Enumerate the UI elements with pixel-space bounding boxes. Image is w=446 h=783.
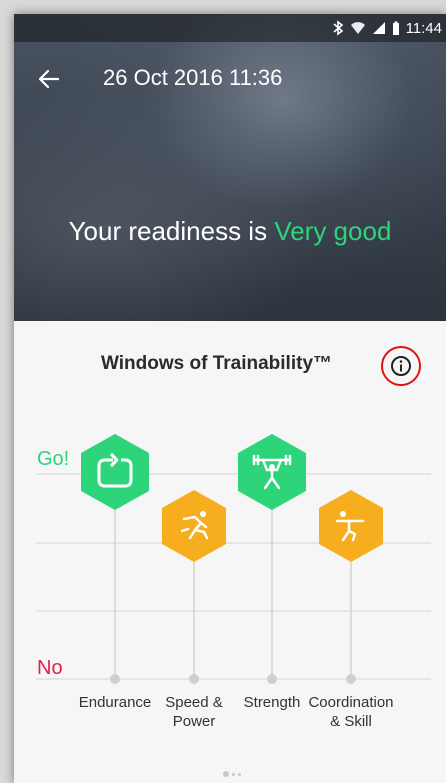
scale-label-go: Go! xyxy=(37,448,70,470)
signal-icon xyxy=(372,21,386,35)
readiness-value: Very good xyxy=(274,216,392,246)
base-dot-speed-power xyxy=(189,674,199,684)
readiness-prefix: Your readiness is xyxy=(68,216,275,246)
page-dot-active xyxy=(223,771,229,777)
trainability-section: Windows of Trainability™ Go! No Enduranc… xyxy=(14,321,446,783)
page-dot xyxy=(238,772,241,776)
arrow-left-icon xyxy=(38,69,60,89)
base-dot-coordination xyxy=(346,674,356,684)
page-title: 26 Oct 2016 11:36 xyxy=(103,65,283,90)
status-bar: 11:44 xyxy=(14,14,446,42)
scale-label-no: No xyxy=(37,657,63,679)
battery-icon xyxy=(392,21,400,36)
base-dot-strength xyxy=(267,674,277,684)
status-icons: 11:44 xyxy=(332,18,442,38)
hexagon-coordination xyxy=(319,490,383,562)
base-dot-endurance xyxy=(110,674,120,684)
status-time: 11:44 xyxy=(405,19,442,37)
page-dot xyxy=(232,772,235,776)
back-button[interactable] xyxy=(34,64,64,94)
hexagon-speed-power xyxy=(162,490,226,562)
wifi-icon xyxy=(350,20,366,36)
hexagon-endurance xyxy=(81,434,149,510)
phone-screen: 11:44 26 Oct 2016 11:36 Your readiness i… xyxy=(14,14,446,783)
readiness-text: Your readiness is Very good xyxy=(14,216,446,247)
bluetooth-icon xyxy=(332,20,344,36)
category-label-coordination: Coordination & Skill xyxy=(308,694,394,730)
page-indicator[interactable] xyxy=(223,771,241,777)
hero-section: 11:44 26 Oct 2016 11:36 Your readiness i… xyxy=(14,14,446,321)
